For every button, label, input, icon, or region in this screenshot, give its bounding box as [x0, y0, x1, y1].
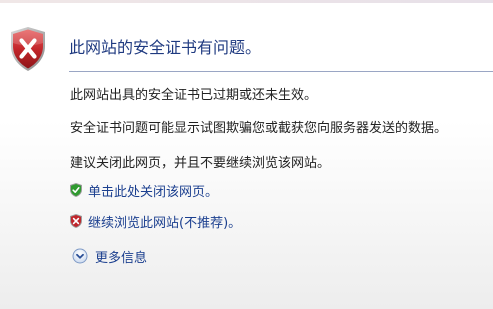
more-info-toggle[interactable]: 更多信息	[72, 246, 147, 266]
green-shield-check-icon	[70, 183, 82, 197]
chevron-down-circle-icon	[72, 248, 88, 264]
cert-expired-text: 此网站出具的安全证书已过期或还未生效。	[70, 88, 318, 103]
divider	[69, 71, 493, 72]
top-strip	[0, 0, 493, 3]
close-page-link[interactable]: 单击此处关闭该网页。	[68, 180, 218, 200]
page-title: 此网站的安全证书有问题。	[69, 38, 262, 57]
cert-warning-text: 安全证书问题可能显示试图欺骗您或截获您向服务器发送的数据。	[70, 121, 448, 136]
continue-to-site-label: 继续浏览此网站(不推荐)。	[88, 215, 242, 231]
red-shield-x-icon	[11, 27, 45, 71]
red-shield-x-icon	[70, 214, 82, 228]
more-info-label: 更多信息	[95, 250, 148, 266]
continue-to-site-link[interactable]: 继续浏览此网站(不推荐)。	[68, 211, 241, 231]
close-page-label: 单击此处关闭该网页。	[88, 184, 219, 200]
recommendation-text: 建议关闭此网页，并且不要继续浏览该网站。	[70, 156, 331, 171]
